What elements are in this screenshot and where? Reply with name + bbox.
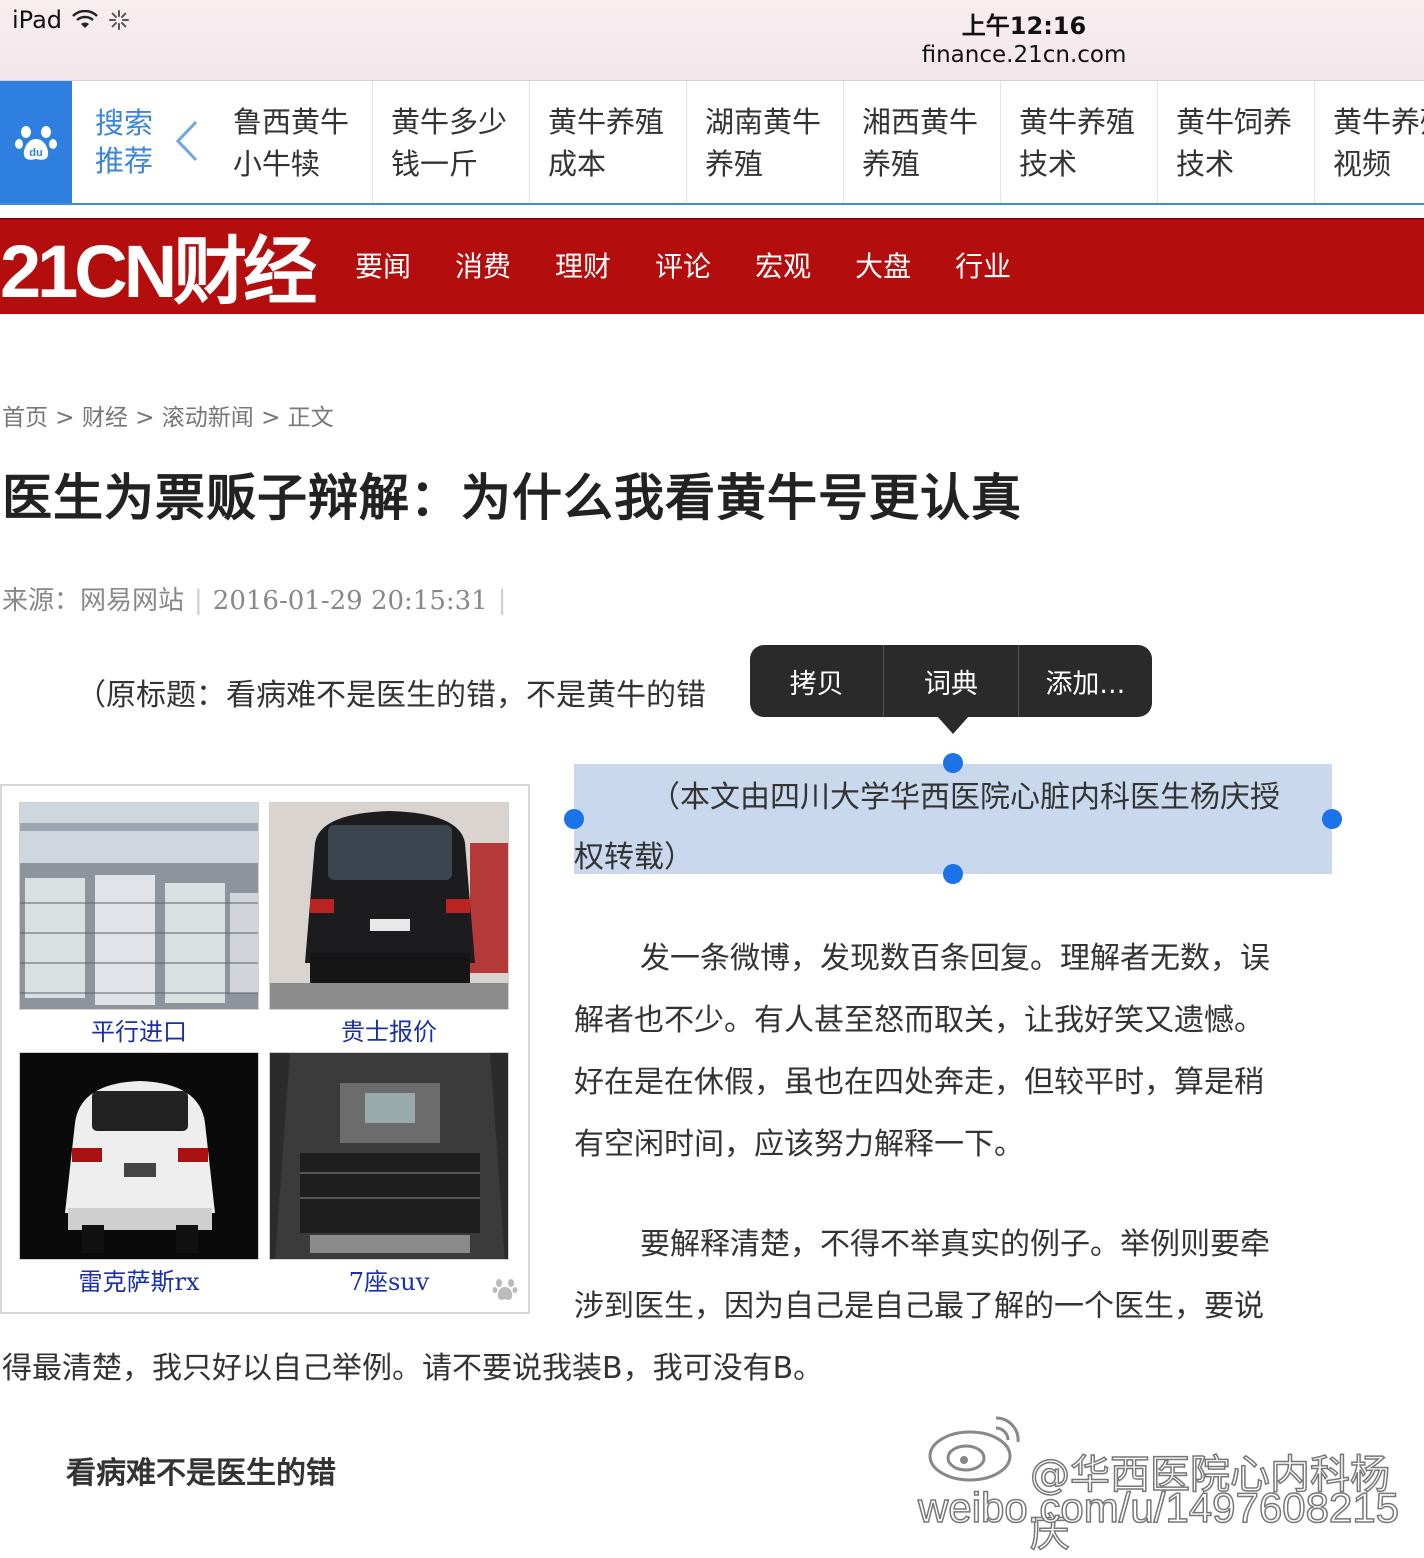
article-title: 医生为票贩子辩解：为什么我看黄牛号更认真 [2, 469, 1022, 527]
selection-handle-right[interactable] [1322, 809, 1342, 829]
selection-handle-end[interactable] [943, 864, 963, 884]
article-source: 来源：网易网站 [2, 586, 185, 616]
edit-context-menu: 拷贝 词典 添加... [750, 645, 1152, 717]
weibo-logo-icon [928, 1416, 1020, 1482]
recommend-item[interactable]: 湘西黄牛 养殖 [843, 81, 1000, 203]
add-menu-item[interactable]: 添加... [1017, 645, 1152, 717]
watermark-url: weibo.com/u/1497608215 [917, 1483, 1400, 1532]
recommend-item[interactable]: 鲁西黄牛 小牛犊 [215, 81, 372, 203]
chevron-left-icon[interactable] [170, 118, 204, 164]
baidu-paw-icon: du [15, 126, 57, 160]
article-meta: 来源：网易网站 | 2016-01-29 20:15:31 | [2, 586, 507, 616]
copy-menu-item[interactable]: 拷贝 [750, 645, 883, 717]
recommend-item[interactable]: 黄牛养殖 技术 [1000, 81, 1157, 203]
nav-link[interactable]: 行业 [955, 245, 1011, 285]
nav-link[interactable]: 要闻 [355, 245, 411, 285]
ad-image-white-suv[interactable] [19, 1052, 259, 1260]
ad-item[interactable]: 雷克萨斯rx [19, 1052, 259, 1297]
nav-link[interactable]: 宏观 [755, 245, 811, 285]
section-subheading: 看病难不是医生的错 [66, 1456, 336, 1491]
recommend-item[interactable]: 湖南黄牛 养殖 [686, 81, 843, 203]
breadcrumb[interactable]: 首页 > 财经 > 滚动新闻 > 正文 [2, 398, 334, 432]
ad-image-car-lot[interactable] [19, 802, 259, 1010]
nav-link[interactable]: 大盘 [855, 245, 911, 285]
ad-caption[interactable]: 贵士报价 [269, 1012, 509, 1047]
nav-link[interactable]: 理财 [555, 245, 611, 285]
body-paragraph-continued: 得最清楚，我只好以自己举例。请不要说我装B，我可没有B。 [2, 1351, 824, 1386]
status-time: 上午12:16 [961, 12, 1087, 40]
nav-link[interactable]: 评论 [655, 245, 711, 285]
define-menu-item[interactable]: 词典 [883, 645, 1017, 717]
ad-item[interactable]: 平行进口 [19, 802, 259, 1047]
ad-item[interactable]: 7座suv [269, 1052, 509, 1297]
context-menu-arrow [937, 716, 969, 734]
site-logo[interactable]: 21CN财经 [0, 218, 317, 313]
recommend-item[interactable]: 黄牛养殖 成本 [529, 81, 686, 203]
site-nav: 要闻 消费 理财 评论 宏观 大盘 行业 [355, 218, 1011, 312]
article-date: 2016-01-29 20:15:31 [212, 586, 488, 616]
ad-caption[interactable]: 雷克萨斯rx [19, 1262, 259, 1297]
body-paragraph: 要解释清楚，不得不举真实的例子。举例则要牵 涉到医生，因为自己是自己最了解的一个… [574, 1227, 1270, 1324]
search-recommend-label: 搜索 推荐 [95, 106, 154, 178]
svg-text:du: du [29, 147, 42, 159]
ad-image-black-van[interactable] [269, 802, 509, 1010]
selection-handle-start[interactable] [943, 753, 963, 773]
nav-link[interactable]: 消费 [455, 245, 511, 285]
recommend-item[interactable]: 黄牛多少 钱一斤 [372, 81, 529, 203]
recommend-list: 鲁西黄牛 小牛犊 黄牛多少 钱一斤 黄牛养殖 成本 湖南黄牛 养殖 湘西黄牛 养殖 黄牛养… [215, 81, 1424, 203]
ad-image-suv-interior[interactable] [269, 1052, 509, 1260]
body-paragraph: 发一条微博，发现数百条回复。理解者无数，误 解者也不少。有人甚至怒而取关，让我好… [574, 941, 1270, 1162]
baidu-paw-icon [492, 1279, 518, 1300]
recommend-item[interactable]: 黄牛饲养 技术 [1157, 81, 1314, 203]
original-title-paragraph: （原标题：看病难不是医生的错，不是黄牛的错 [76, 678, 706, 713]
ad-caption[interactable]: 平行进口 [19, 1012, 259, 1047]
baidu-logo[interactable]: du [0, 81, 72, 203]
selection-handle-left[interactable] [564, 809, 584, 829]
ad-caption[interactable]: 7座suv [269, 1262, 509, 1297]
address-url[interactable]: finance.21cn.com [0, 42, 1424, 68]
ad-item[interactable]: 贵士报价 [269, 802, 509, 1047]
recommend-item[interactable]: 黄牛养殖视频 [1314, 81, 1424, 203]
